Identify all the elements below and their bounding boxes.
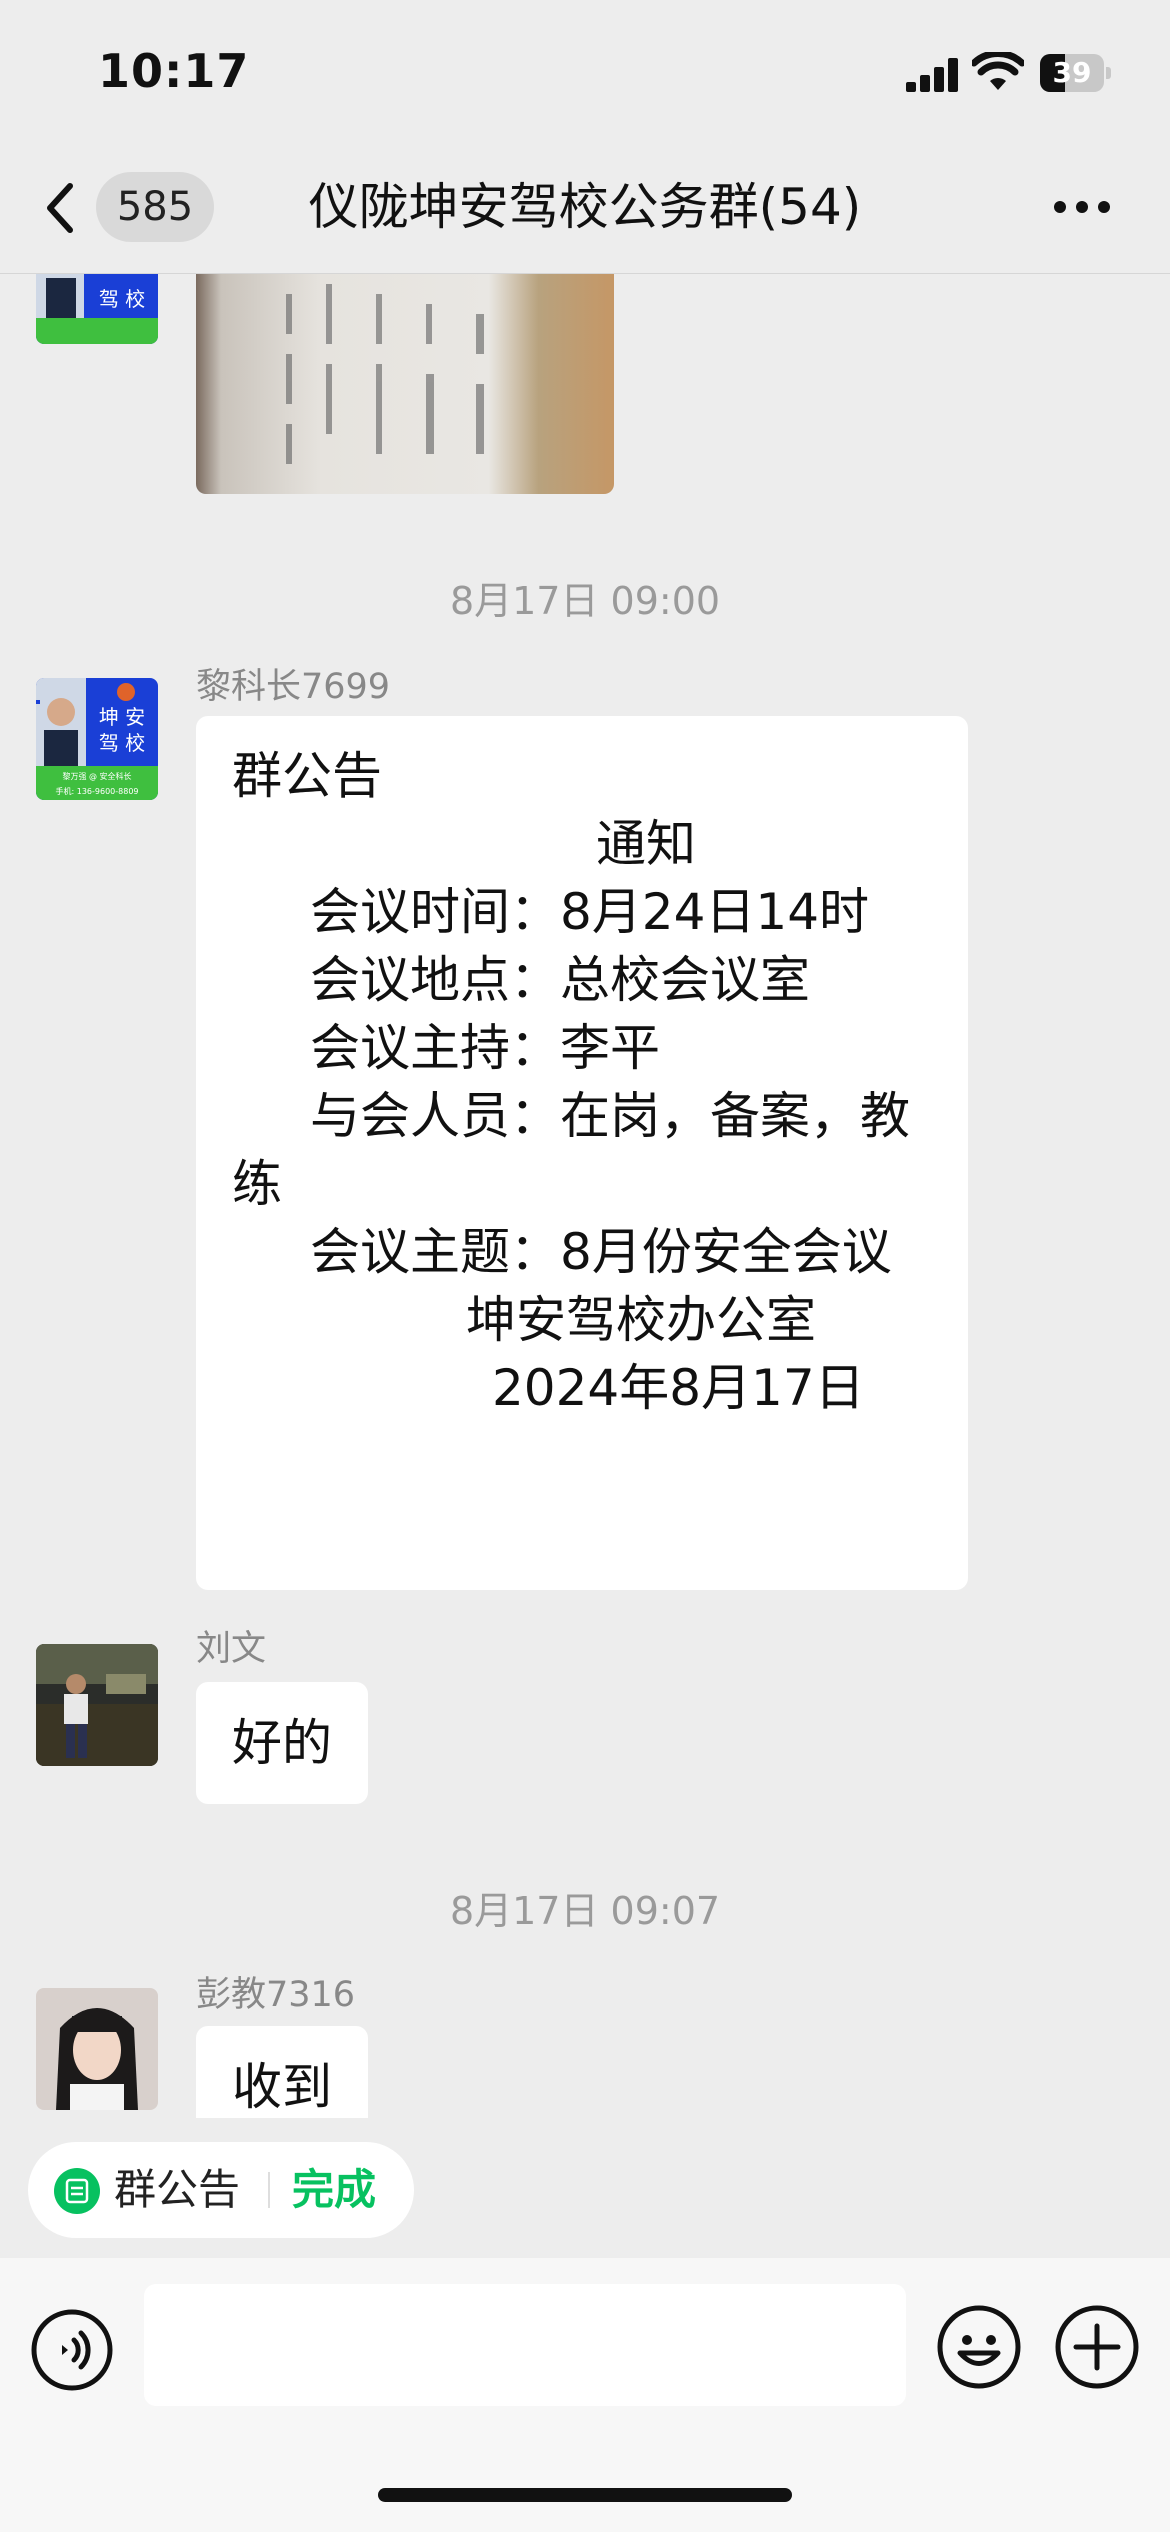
more-dots-icon[interactable] [1052, 194, 1112, 220]
battery-indicator: 39 [1040, 54, 1112, 92]
user-avatar-image [36, 1988, 158, 2110]
sender-name: 刘文 [196, 1629, 267, 1669]
announcement-line: 坤安驾校办公室 [466, 1291, 816, 1349]
user-avatar-image [36, 1644, 158, 1766]
emoji-icon[interactable] [936, 2304, 1022, 2390]
announcement-line: 会议地点：总校会议室 [310, 951, 810, 1009]
announcement-line: 与会人员：在岗，备案，教 [310, 1087, 910, 1145]
battery-body: 39 [1040, 54, 1104, 92]
announcement-line: 练 [232, 1155, 282, 1213]
done-button[interactable]: 完成 [292, 2142, 376, 2238]
school-avatar-image: 坤 安 驾 校 黎万强 @ 安全科长 手机: 136-9600-8809 [36, 678, 158, 800]
status-bar: 10:17 39 [0, 0, 1170, 140]
school-avatar-image: 驾 校 [36, 274, 158, 344]
sender-name: 黎科长7699 [196, 667, 391, 707]
school-badge-line2: 驾 校 [99, 731, 145, 755]
battery-cap [1106, 67, 1111, 79]
chat-header: 585 仪陇坤安驾校公务群(54) [0, 140, 1170, 274]
photo-document-lines [286, 284, 484, 464]
school-badge-text: 驾 校 [99, 287, 145, 311]
pinned-label: 群公告 [114, 2165, 241, 2214]
status-time: 10:17 [98, 44, 250, 98]
input-bar [0, 2258, 1170, 2532]
school-badge-name: 黎万强 @ 安全科长 [62, 771, 131, 781]
announcement-line: 通知 [596, 815, 696, 873]
announcement-line: 2024年8月17日 [492, 1359, 865, 1417]
message-bubble[interactable]: 好的 [196, 1682, 368, 1804]
announcement-header: 群公告 [232, 747, 382, 805]
avatar[interactable] [36, 1988, 158, 2110]
unread-count-badge[interactable]: 585 [96, 172, 214, 242]
image-message[interactable] [196, 274, 614, 494]
school-badge-phone: 手机: 136-9600-8809 [56, 786, 139, 796]
message-list[interactable]: 驾 校 8月17日 09:00 黎科长7699 坤 安 驾 校 黎万强 @ 安全… [0, 274, 1170, 2118]
announcement-line: 会议主题：8月份安全会议 [310, 1223, 892, 1281]
timestamp: 8月17日 09:00 [449, 579, 721, 623]
cellular-signal-icon [906, 58, 958, 92]
announcement-line: 会议主持：李平 [310, 1019, 660, 1077]
chat-title: 仪陇坤安驾校公务群(54) [308, 178, 862, 236]
announcement-bubble[interactable]: 群公告 通知 会议时间：8月24日14时 会议地点：总校会议室 会议主持：李平 … [196, 716, 968, 1590]
avatar[interactable]: 坤 安 驾 校 黎万强 @ 安全科长 手机: 136-9600-8809 [36, 678, 158, 800]
voice-icon[interactable] [30, 2308, 114, 2392]
battery-level: 39 [1052, 56, 1092, 89]
announcement-icon [54, 2168, 100, 2214]
pinned-bar: 群公告 完成 [0, 2118, 1170, 2258]
timestamp: 8月17日 09:07 [449, 1889, 721, 1933]
message-input[interactable] [144, 2284, 906, 2406]
announcement-line: 会议时间：8月24日14时 [310, 883, 870, 941]
home-indicator[interactable] [378, 2488, 792, 2502]
sender-name: 彭教7316 [196, 1975, 356, 2015]
wifi-icon [972, 52, 1024, 90]
avatar[interactable]: 驾 校 [36, 274, 158, 344]
avatar[interactable] [36, 1644, 158, 1766]
plus-icon[interactable] [1054, 2304, 1140, 2390]
divider [268, 2172, 270, 2208]
school-badge-line1: 坤 安 [99, 705, 145, 729]
message-bubble[interactable]: 收到 [196, 2026, 368, 2118]
chevron-left-icon[interactable] [40, 180, 80, 236]
pinned-announcement-chip[interactable]: 群公告 完成 [28, 2142, 414, 2238]
